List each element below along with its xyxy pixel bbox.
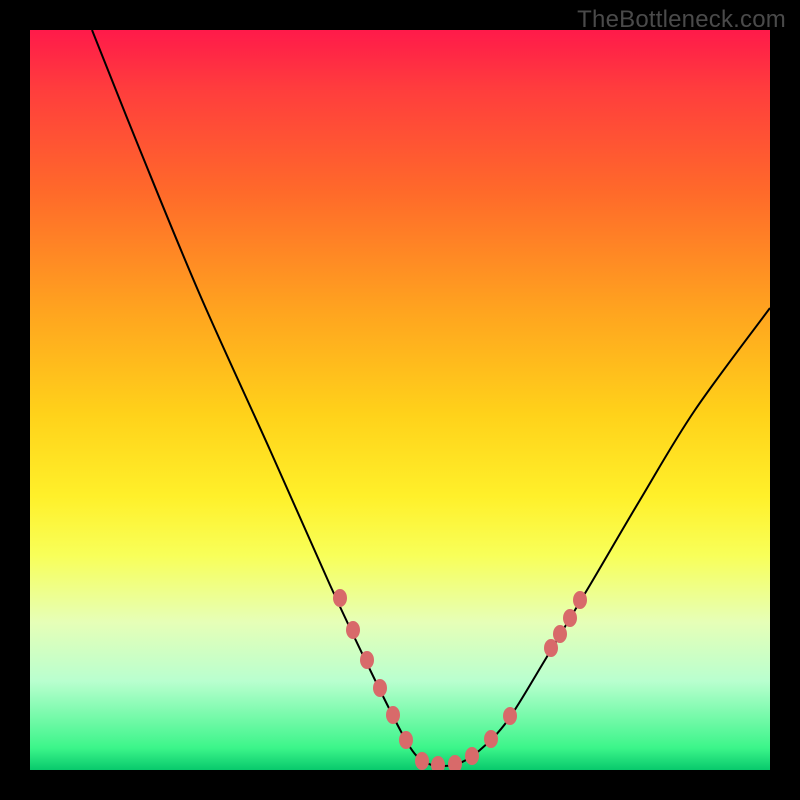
curve-marker xyxy=(465,747,479,765)
curve-marker xyxy=(553,625,567,643)
curve-marker xyxy=(448,755,462,770)
curve-marker xyxy=(360,651,374,669)
curve-marker xyxy=(573,591,587,609)
curve-marker xyxy=(415,752,429,770)
curve-markers xyxy=(333,589,587,770)
curve-marker xyxy=(333,589,347,607)
curve-marker xyxy=(544,639,558,657)
curve-marker xyxy=(399,731,413,749)
chart-area xyxy=(30,30,770,770)
curve-marker xyxy=(431,756,445,770)
curve-marker xyxy=(484,730,498,748)
curve-marker xyxy=(386,706,400,724)
bottleneck-curve xyxy=(92,30,770,766)
curve-marker xyxy=(346,621,360,639)
curve-marker xyxy=(373,679,387,697)
curve-marker xyxy=(563,609,577,627)
chart-svg xyxy=(30,30,770,770)
curve-marker xyxy=(503,707,517,725)
watermark-text: TheBottleneck.com xyxy=(577,6,786,34)
